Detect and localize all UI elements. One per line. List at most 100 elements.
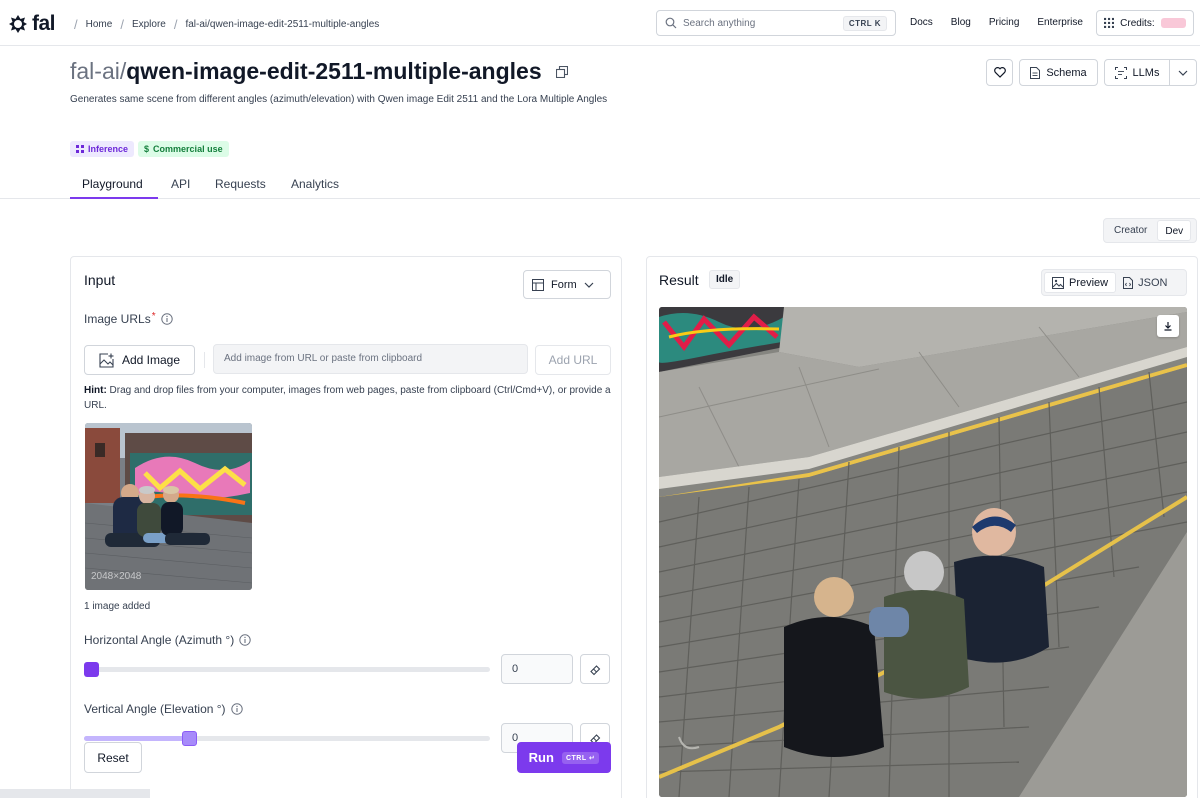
grid-icon: [1104, 17, 1115, 28]
required-marker: *: [151, 311, 156, 322]
view-json-label: JSON: [1138, 276, 1168, 289]
breadcrumb-current[interactable]: fal-ai/qwen-image-edit-2511-multiple-ang…: [185, 19, 379, 30]
breadcrumb: / Home / Explore / fal-ai/qwen-image-edi…: [66, 17, 379, 32]
info-icon[interactable]: [160, 313, 173, 325]
result-view-toggle: Preview JSON: [1041, 269, 1187, 296]
credits-label: Credits:: [1120, 17, 1155, 29]
tag-inference: Inference: [70, 141, 135, 157]
add-url-button[interactable]: Add URL: [535, 345, 611, 375]
upload-hint: Hint: Drag and drop files from your comp…: [84, 383, 614, 413]
view-json[interactable]: JSON: [1116, 272, 1174, 293]
horizontal-scrollbar[interactable]: [0, 789, 150, 798]
page-title: qwen-image-edit-2511-multiple-angles: [126, 58, 542, 84]
mode-creator[interactable]: Creator: [1104, 225, 1157, 236]
slider-handle[interactable]: [181, 731, 197, 746]
result-photo: [659, 307, 1187, 797]
tab-analytics[interactable]: Analytics: [291, 177, 339, 191]
input-title: Input: [84, 272, 116, 288]
clear-horizontal-button[interactable]: [580, 654, 610, 684]
search-placeholder: Search anything: [683, 17, 756, 29]
vertical-angle-label: Vertical Angle (Elevation °): [84, 702, 243, 716]
table-icon: [532, 278, 544, 291]
info-icon[interactable]: [230, 703, 243, 715]
breadcrumb-separator: /: [120, 17, 124, 32]
tab-playground[interactable]: Playground: [82, 177, 143, 191]
mode-dev[interactable]: Dev: [1157, 220, 1192, 241]
horizontal-angle-input[interactable]: 0: [501, 654, 573, 684]
nav-link-pricing[interactable]: Pricing: [989, 17, 1020, 28]
slider-fill: [84, 736, 190, 741]
tab-requests[interactable]: Requests: [215, 177, 266, 191]
download-icon: [1164, 322, 1172, 331]
horizontal-angle-slider[interactable]: [84, 662, 490, 677]
chevron-down-icon: [584, 282, 594, 288]
nav-link-docs[interactable]: Docs: [910, 17, 933, 28]
divider: [204, 352, 205, 368]
model-tags: Inference $ Commercial use: [70, 141, 229, 157]
eraser-icon: [589, 664, 600, 675]
run-button[interactable]: Run CTRL ↵: [517, 742, 611, 773]
result-title: Result: [659, 272, 699, 288]
search-shortcut: CTRL K: [842, 15, 887, 31]
llms-dropdown-button[interactable]: [1169, 59, 1197, 86]
run-label: Run: [528, 750, 554, 765]
file-code-icon: [1123, 276, 1134, 289]
info-icon[interactable]: [239, 634, 251, 646]
model-description: Generates same scene from different angl…: [70, 94, 608, 105]
thumbnail-dimensions: 2048×2048: [91, 571, 142, 582]
horizontal-angle-label: Horizontal Angle (Azimuth °): [84, 633, 251, 647]
dollar-icon: $: [144, 144, 150, 154]
credits-button[interactable]: Credits:: [1096, 10, 1194, 36]
breadcrumb-home[interactable]: Home: [86, 19, 113, 30]
image-url-input[interactable]: Add image from URL or paste from clipboa…: [213, 344, 528, 374]
slider-handle[interactable]: [84, 662, 99, 677]
brand-name: fal: [32, 12, 56, 35]
image-plus-icon: [99, 352, 114, 368]
image-urls-label: Image URLs *: [84, 311, 173, 326]
fal-logo[interactable]: fal: [8, 12, 56, 36]
grid-icon: [76, 145, 84, 153]
nav-link-blog[interactable]: Blog: [951, 17, 971, 28]
add-image-button[interactable]: Add Image: [84, 345, 195, 375]
form-view-select[interactable]: Form: [523, 270, 611, 299]
breadcrumb-separator: /: [74, 17, 78, 32]
form-select-value: Form: [551, 278, 577, 291]
model-title: fal-ai/ qwen-image-edit-2511-multiple-an…: [70, 58, 568, 85]
llms-button[interactable]: LLMs: [1104, 59, 1170, 86]
view-preview[interactable]: Preview: [1044, 272, 1117, 293]
image-icon: [1052, 276, 1064, 289]
chevron-down-icon: [1178, 70, 1188, 76]
credits-value-redacted: [1160, 18, 1186, 28]
hint-prefix: Hint:: [84, 385, 107, 396]
tag-commercial-use: $ Commercial use: [138, 141, 229, 157]
nav-links: Docs Blog Pricing Enterprise: [910, 17, 1101, 28]
image-count: 1 image added: [84, 601, 151, 612]
tag-inference-label: Inference: [88, 144, 129, 154]
mode-toggle: Creator Dev: [1103, 218, 1197, 243]
download-button[interactable]: [1157, 315, 1179, 337]
copy-icon[interactable]: [555, 65, 568, 78]
schema-label: Schema: [1046, 66, 1087, 79]
vertical-angle-slider[interactable]: [84, 731, 490, 746]
uploaded-image-thumbnail[interactable]: 2048×2048: [85, 423, 252, 590]
favorite-button[interactable]: [986, 59, 1013, 86]
nav-link-enterprise[interactable]: Enterprise: [1037, 17, 1083, 28]
fal-logo-icon: [9, 15, 27, 33]
search-input[interactable]: Search anything CTRL K: [656, 10, 896, 36]
horizontal-angle-label-text: Horizontal Angle (Azimuth °): [84, 633, 235, 647]
status-badge: Idle: [709, 270, 741, 289]
view-preview-label: Preview: [1069, 276, 1109, 289]
tag-commercial-label: Commercial use: [153, 144, 223, 154]
llms-label: LLMs: [1132, 66, 1160, 79]
scan-text-icon: [1114, 66, 1127, 79]
breadcrumb-explore[interactable]: Explore: [132, 19, 166, 30]
tab-api[interactable]: API: [171, 177, 190, 191]
result-panel: Result Idle Preview JSON: [646, 256, 1198, 798]
schema-button[interactable]: Schema: [1019, 59, 1098, 86]
reset-button[interactable]: Reset: [84, 742, 142, 773]
active-tab-indicator: [70, 197, 158, 199]
run-shortcut: CTRL ↵: [561, 751, 600, 764]
image-urls-label-text: Image URLs: [84, 312, 151, 326]
add-image-label: Add Image: [121, 353, 181, 367]
input-panel: Input Form Image URLs * Add Image Add im…: [70, 256, 622, 798]
